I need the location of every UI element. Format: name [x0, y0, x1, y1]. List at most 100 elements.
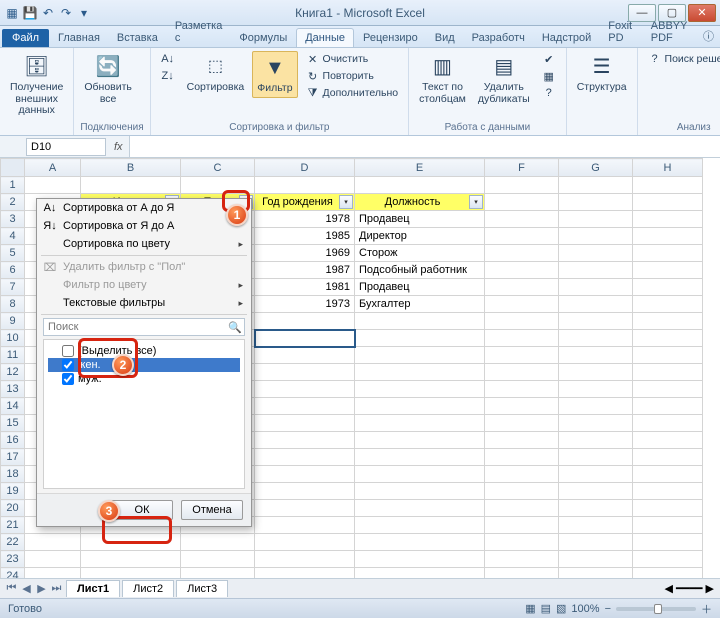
filter-search[interactable]: 🔍	[43, 318, 245, 336]
row-header[interactable]: 19	[1, 483, 25, 500]
col-header[interactable]: H	[633, 159, 703, 177]
sort-az-button[interactable]: A↓	[157, 51, 179, 67]
filter-dropdown-button[interactable]: ▾	[339, 195, 353, 209]
row-header[interactable]: 7	[1, 279, 25, 296]
cell[interactable]	[633, 449, 703, 466]
cell[interactable]	[485, 517, 559, 534]
cell[interactable]: Год рождения▾	[255, 194, 355, 211]
cell[interactable]	[355, 330, 485, 347]
view-break-icon[interactable]: ▧	[556, 602, 566, 615]
cell[interactable]	[633, 347, 703, 364]
cell[interactable]	[559, 228, 633, 245]
row-header[interactable]: 10	[1, 330, 25, 347]
cell[interactable]	[559, 364, 633, 381]
cell[interactable]	[633, 517, 703, 534]
cell[interactable]	[633, 177, 703, 194]
tab-review[interactable]: Рецензиро	[355, 29, 426, 47]
row-header[interactable]: 20	[1, 500, 25, 517]
cell[interactable]	[485, 415, 559, 432]
cell[interactable]	[181, 551, 255, 568]
cell[interactable]	[559, 483, 633, 500]
tab-home[interactable]: Главная	[50, 29, 108, 47]
filter-button[interactable]: ▼Фильтр	[252, 51, 297, 98]
cell[interactable]	[559, 466, 633, 483]
tab-view[interactable]: Вид	[427, 29, 463, 47]
cell[interactable]	[559, 313, 633, 330]
cell[interactable]	[559, 262, 633, 279]
cell[interactable]: 1981	[255, 279, 355, 296]
cell[interactable]	[633, 415, 703, 432]
slider-thumb[interactable]	[654, 604, 662, 614]
cell[interactable]: 1987	[255, 262, 355, 279]
next-sheet-icon[interactable]: ▶	[34, 582, 49, 595]
cell[interactable]	[485, 194, 559, 211]
cell[interactable]	[559, 432, 633, 449]
cell[interactable]	[355, 517, 485, 534]
row-header[interactable]: 15	[1, 415, 25, 432]
sheet-tab[interactable]: Лист3	[176, 580, 228, 597]
cell[interactable]	[485, 466, 559, 483]
row-header[interactable]: 22	[1, 534, 25, 551]
col-header[interactable]: A	[25, 159, 81, 177]
col-header[interactable]: D	[255, 159, 355, 177]
cell[interactable]	[559, 211, 633, 228]
filter-dropdown-button[interactable]: ▾	[469, 195, 483, 209]
name-box[interactable]: D10	[26, 138, 106, 156]
redo-icon[interactable]: ↷	[58, 5, 74, 21]
cell[interactable]	[355, 364, 485, 381]
cell[interactable]	[633, 194, 703, 211]
sheet-tab[interactable]: Лист1	[66, 580, 120, 597]
cell[interactable]	[559, 551, 633, 568]
cell[interactable]	[485, 279, 559, 296]
cell[interactable]	[633, 568, 703, 579]
cell[interactable]	[485, 500, 559, 517]
sort-za-item[interactable]: Я↓Сортировка от Я до А	[37, 217, 251, 235]
cell[interactable]	[485, 228, 559, 245]
cell[interactable]	[355, 500, 485, 517]
cell[interactable]	[633, 262, 703, 279]
cell[interactable]	[355, 381, 485, 398]
row-header[interactable]: 17	[1, 449, 25, 466]
row-header[interactable]: 1	[1, 177, 25, 194]
cell[interactable]	[485, 245, 559, 262]
qat-more-icon[interactable]: ▾	[76, 5, 92, 21]
cell[interactable]	[633, 296, 703, 313]
cell[interactable]	[355, 449, 485, 466]
row-header[interactable]: 4	[1, 228, 25, 245]
zoom-slider[interactable]	[616, 607, 696, 611]
cell[interactable]	[633, 466, 703, 483]
cell[interactable]	[355, 466, 485, 483]
row-header[interactable]: 11	[1, 347, 25, 364]
cancel-button[interactable]: Отмена	[181, 500, 243, 520]
cell[interactable]	[559, 177, 633, 194]
consolidate-button[interactable]: ▦	[538, 68, 560, 84]
col-header[interactable]: B	[81, 159, 181, 177]
cell[interactable]	[559, 534, 633, 551]
filter-value-checkbox[interactable]: муж.	[48, 372, 240, 386]
cell[interactable]	[485, 551, 559, 568]
cell[interactable]	[255, 177, 355, 194]
cell[interactable]	[485, 398, 559, 415]
cell[interactable]	[633, 245, 703, 262]
cell[interactable]	[633, 330, 703, 347]
cell[interactable]	[559, 194, 633, 211]
cell[interactable]: Подсобный работник	[355, 262, 485, 279]
cell[interactable]	[355, 432, 485, 449]
hscroll[interactable]: ◀ ━━━━ ▶	[664, 582, 720, 595]
sort-za-button[interactable]: Z↓	[157, 68, 179, 84]
cell[interactable]: Директор	[355, 228, 485, 245]
cell[interactable]	[25, 177, 81, 194]
tab-formulas[interactable]: Формулы	[231, 29, 295, 47]
row-header[interactable]: 16	[1, 432, 25, 449]
cell[interactable]	[559, 381, 633, 398]
cell[interactable]: 1978	[255, 211, 355, 228]
last-sheet-icon[interactable]: ⏭	[49, 582, 64, 595]
row-header[interactable]: 2	[1, 194, 25, 211]
fx-icon[interactable]: fx	[108, 141, 129, 153]
whatif-button[interactable]: ?	[538, 85, 560, 101]
cell[interactable]	[633, 534, 703, 551]
row-header[interactable]: 12	[1, 364, 25, 381]
outline-button[interactable]: ☰Структура	[573, 51, 631, 96]
cell[interactable]	[633, 398, 703, 415]
col-header[interactable]: F	[485, 159, 559, 177]
